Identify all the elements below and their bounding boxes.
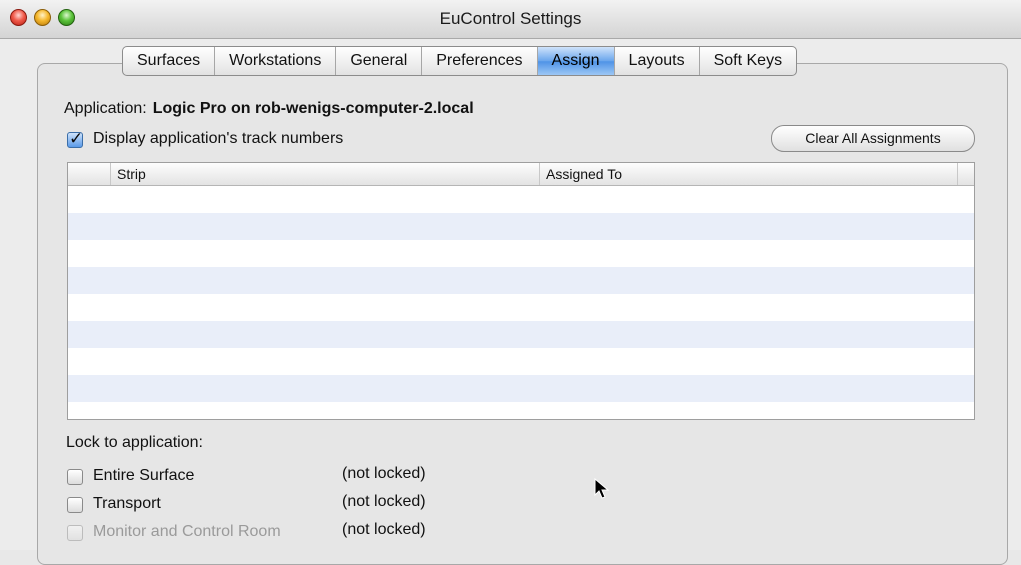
lock-to-application-heading: Lock to application: — [66, 434, 203, 451]
clear-all-assignments-button[interactable]: Clear All Assignments — [771, 125, 975, 152]
table-row[interactable] — [68, 267, 974, 294]
lock-monitor-control-room-label: Monitor and Control Room — [93, 523, 281, 540]
tab-preferences[interactable]: Preferences — [422, 47, 538, 75]
display-track-numbers-checkbox[interactable] — [67, 129, 83, 149]
application-line: Application: Logic Pro on rob-wenigs-comp… — [64, 100, 474, 118]
column-header-filler — [957, 163, 974, 185]
table-row[interactable] — [68, 402, 974, 419]
lock-transport-label[interactable]: Transport — [93, 495, 161, 513]
table-row[interactable] — [68, 375, 974, 402]
lock-transport-status: (not locked) — [342, 493, 426, 510]
table-header: Strip Assigned To — [68, 163, 974, 186]
lock-entire-surface-status: (not locked) — [342, 465, 426, 482]
lock-monitor-control-room-status: (not locked) — [342, 521, 426, 538]
table-row[interactable] — [68, 321, 974, 348]
lock-entire-surface-checkbox[interactable] — [67, 469, 83, 485]
table-row[interactable] — [68, 294, 974, 321]
column-header-strip[interactable]: Strip — [110, 163, 539, 185]
title-bar[interactable]: EuControl Settings — [0, 0, 1021, 39]
settings-window: EuControl Settings Surfaces Workstations… — [0, 0, 1021, 565]
display-track-numbers-label[interactable]: Display application's track numbers — [93, 130, 343, 148]
application-label: Application: — [64, 100, 147, 117]
table-row[interactable] — [68, 186, 974, 213]
tab-assign[interactable]: Assign — [537, 47, 615, 75]
mouse-pointer-icon — [594, 478, 610, 499]
table-body — [68, 186, 974, 419]
column-header-assigned-to[interactable]: Assigned To — [539, 163, 957, 185]
table-row[interactable] — [68, 240, 974, 267]
tab-soft-keys[interactable]: Soft Keys — [700, 47, 796, 75]
table-row[interactable] — [68, 213, 974, 240]
tab-layouts[interactable]: Layouts — [615, 47, 700, 75]
lock-transport-checkbox[interactable] — [67, 497, 83, 513]
assignments-table[interactable]: Strip Assigned To — [67, 162, 975, 420]
tab-workstations[interactable]: Workstations — [215, 47, 337, 75]
application-value: Logic Pro on rob-wenigs-computer-2.local — [152, 100, 474, 117]
table-row[interactable] — [68, 348, 974, 375]
lock-entire-surface-label[interactable]: Entire Surface — [93, 467, 194, 485]
lock-monitor-control-room-checkbox — [67, 525, 83, 541]
tab-general[interactable]: General — [336, 47, 423, 75]
tab-bar: Surfaces Workstations General Preference… — [122, 46, 798, 76]
window-title: EuControl Settings — [439, 9, 582, 28]
tab-surfaces[interactable]: Surfaces — [123, 47, 216, 75]
